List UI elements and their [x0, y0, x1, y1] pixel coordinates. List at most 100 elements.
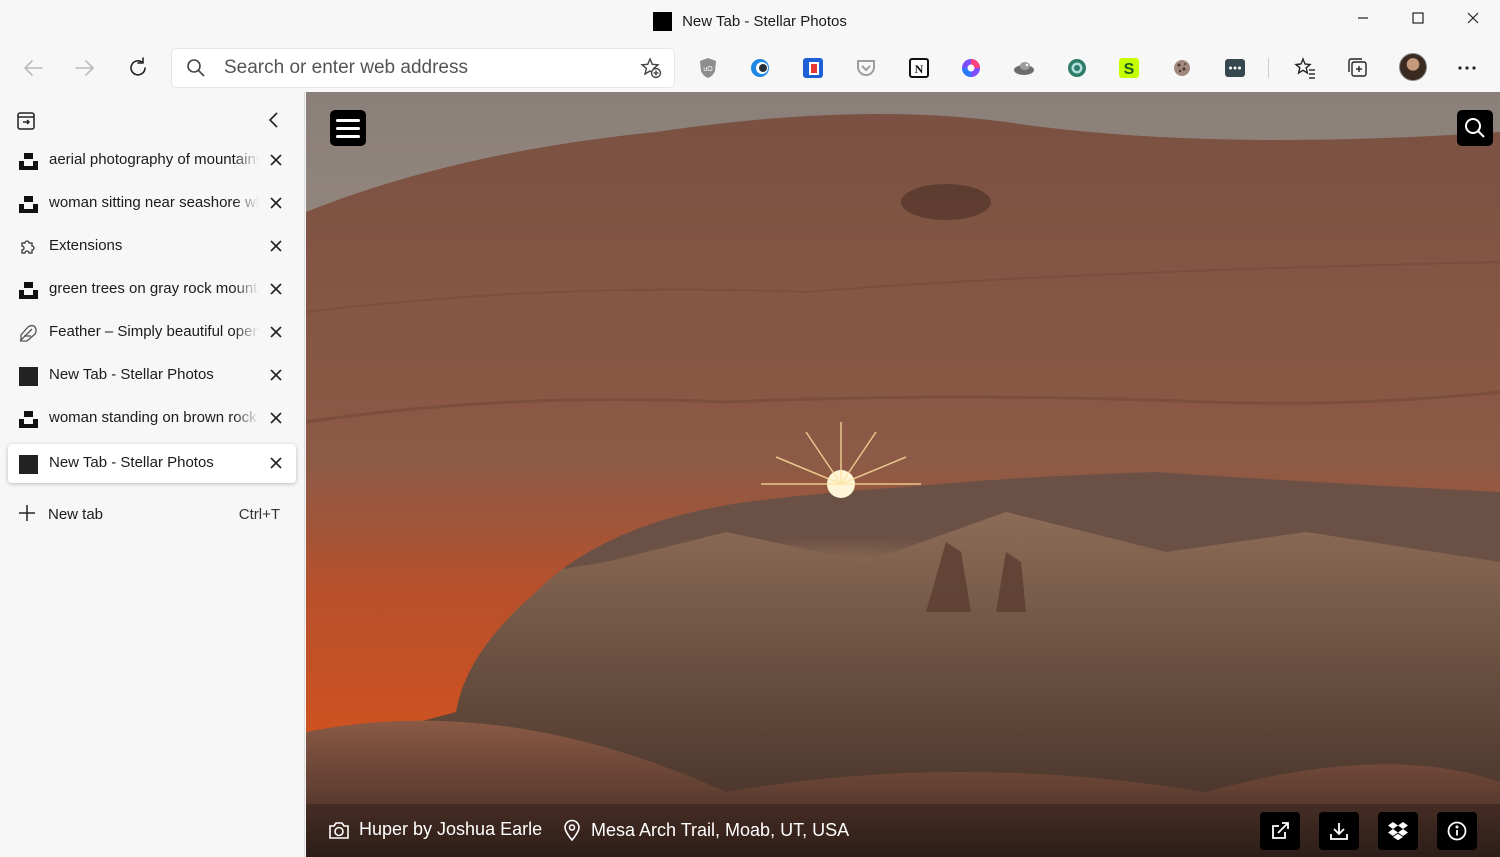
close-tab-button[interactable] — [267, 194, 285, 212]
collections-icon — [1348, 58, 1367, 77]
collapse-sidebar-icon[interactable] — [264, 110, 284, 130]
tab-title: New Tab - Stellar Photos — [49, 454, 214, 471]
todoist-icon[interactable] — [799, 54, 827, 82]
stellar-favicon-icon — [18, 454, 38, 474]
maximize-icon — [1411, 12, 1424, 24]
menu-icon-bar — [336, 126, 360, 130]
more-icon — [1458, 66, 1476, 70]
tab-actions-icon[interactable] — [16, 111, 36, 131]
cookie-icon[interactable] — [1168, 54, 1196, 82]
favorites-button[interactable] — [1291, 54, 1319, 82]
arrow-right-icon — [75, 60, 94, 76]
page-content: Huper by Joshua Earle Mesa Arch Trail, M… — [306, 92, 1500, 857]
window-title: New Tab - Stellar Photos — [682, 13, 847, 30]
photo-location-text: Mesa Arch Trail, Moab, UT, USA — [591, 819, 850, 840]
photo-info-bar: Huper by Joshua Earle Mesa Arch Trail, M… — [306, 804, 1500, 857]
browser-toolbar: uO N S — [0, 44, 1500, 92]
info-button[interactable] — [1437, 812, 1477, 850]
minimize-button[interactable] — [1335, 0, 1390, 36]
stellar-favicon-icon — [653, 12, 673, 31]
sidebar-tab[interactable]: New Tab - Stellar Photos — [8, 356, 296, 395]
refresh-button[interactable] — [120, 51, 156, 85]
bitwarden-icon[interactable] — [1221, 54, 1249, 82]
new-tab-shortcut: Ctrl+T — [238, 506, 280, 523]
unsplash-icon — [18, 409, 38, 429]
close-window-button[interactable] — [1445, 0, 1500, 36]
title-bar: New Tab - Stellar Photos — [0, 0, 1500, 44]
menu-icon-bar — [336, 118, 360, 122]
sidebar-tab[interactable]: woman standing on brown rock formation — [8, 399, 296, 438]
sidebar-tab[interactable]: green trees on gray rock mountain — [8, 270, 296, 309]
tab-title: green trees on gray rock mountain — [49, 280, 259, 297]
close-tab-button[interactable] — [267, 280, 285, 298]
sidebar-tab[interactable]: aerial photography of mountains — [8, 141, 296, 180]
window-controls — [1335, 0, 1500, 36]
map-pin-icon — [564, 819, 580, 841]
new-tab-button[interactable]: New tab Ctrl+T — [8, 498, 296, 530]
external-link-icon — [1272, 822, 1289, 839]
puzzle-icon — [18, 237, 38, 257]
ublock-icon[interactable]: uO — [694, 54, 722, 82]
sidebar-tab[interactable]: Extensions — [8, 227, 296, 266]
close-icon — [1467, 12, 1478, 24]
sidebar-header — [0, 92, 305, 138]
stellar-favicon-icon — [18, 366, 38, 386]
pocket-icon[interactable] — [852, 54, 880, 82]
back-button[interactable] — [15, 51, 51, 85]
color-picker-icon[interactable] — [957, 54, 985, 82]
info-icon — [1447, 821, 1467, 841]
close-tab-button[interactable] — [267, 409, 285, 427]
browser-window: New Tab - Stellar Photos Search or enter… — [0, 0, 1500, 857]
address-bar — [172, 49, 674, 87]
svg-text:N: N — [915, 62, 924, 76]
edge-dark-icon[interactable] — [746, 54, 774, 82]
s-extension-icon[interactable]: S — [1115, 54, 1143, 82]
close-tab-button[interactable] — [267, 151, 285, 169]
search-icon — [187, 59, 205, 77]
forward-button[interactable] — [67, 51, 103, 85]
tab-title: Feather – Simply beautiful open source i… — [49, 323, 259, 340]
close-tab-button[interactable] — [267, 366, 285, 384]
tab-title: woman standing on brown rock formation — [49, 409, 259, 426]
sidebar-tab[interactable]: Feather – Simply beautiful open source i… — [8, 313, 296, 352]
maximize-button[interactable] — [1390, 0, 1445, 36]
notion-icon[interactable]: N — [905, 54, 933, 82]
photo-location[interactable]: Mesa Arch Trail, Moab, UT, USA — [562, 819, 849, 841]
download-button[interactable] — [1319, 812, 1359, 850]
svg-text:uO: uO — [703, 66, 713, 73]
close-icon — [270, 283, 282, 295]
menu-button[interactable] — [330, 110, 366, 146]
unsplash-icon — [18, 194, 38, 214]
photo-credit-text: Huper by Joshua Earle — [359, 819, 543, 839]
grammarly-icon[interactable] — [1063, 54, 1091, 82]
profile-avatar[interactable] — [1399, 53, 1427, 81]
refresh-icon — [130, 57, 146, 76]
svg-text:S: S — [1124, 61, 1135, 78]
feather-icon — [18, 323, 38, 343]
tab-title: aerial photography of mountains — [49, 151, 259, 168]
dropbox-icon — [1388, 822, 1408, 841]
tab-title: Extensions — [49, 237, 123, 254]
more-options-button[interactable] — [1453, 54, 1481, 82]
close-icon — [270, 412, 282, 424]
open-photo-button[interactable] — [1260, 812, 1300, 850]
sidebar-tab-active[interactable]: New Tab - Stellar Photos — [8, 444, 296, 483]
close-icon — [270, 457, 282, 469]
dropbox-button[interactable] — [1378, 812, 1418, 850]
minimize-icon — [1357, 17, 1368, 19]
close-tab-button[interactable] — [267, 237, 285, 255]
camera-icon — [329, 821, 349, 839]
add-favorite-icon[interactable] — [640, 57, 662, 79]
collections-button[interactable] — [1344, 54, 1372, 82]
address-input[interactable] — [224, 53, 624, 83]
photo-credit[interactable]: Huper by Joshua Earle — [328, 819, 542, 840]
background-photo — [306, 92, 1500, 857]
photo-search-button[interactable] — [1457, 110, 1493, 146]
sidebar-tab[interactable]: woman sitting near seashore while — [8, 184, 296, 223]
close-icon — [270, 240, 282, 252]
tampermonkey-icon[interactable] — [1010, 54, 1038, 82]
close-tab-button[interactable] — [267, 454, 285, 472]
close-icon — [270, 197, 282, 209]
close-tab-button[interactable] — [267, 323, 285, 341]
close-icon — [270, 326, 282, 338]
